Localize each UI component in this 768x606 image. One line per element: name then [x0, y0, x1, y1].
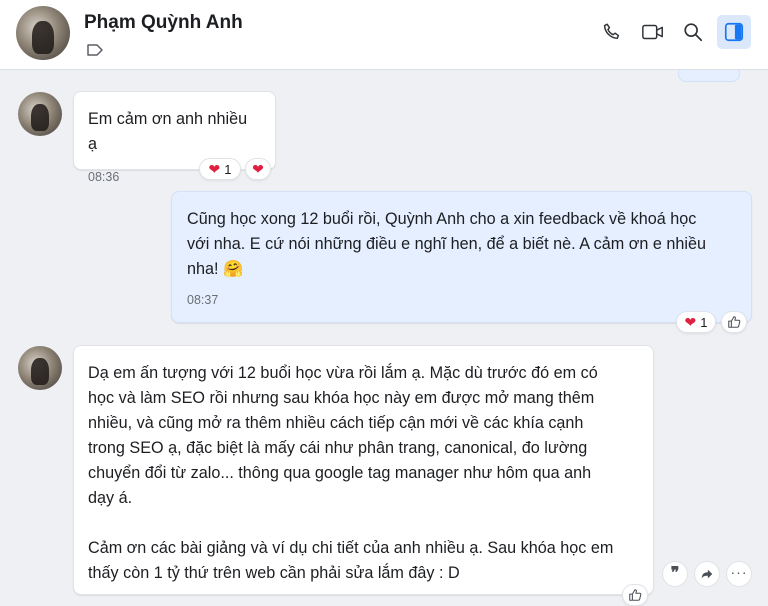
- like-reaction-button[interactable]: [622, 584, 648, 606]
- forward-icon: [701, 569, 713, 579]
- heart-reaction-icon: ❤: [684, 313, 697, 330]
- message-text-line: học và làm SEO rồi nhưng sau khóa học nà…: [88, 389, 595, 407]
- reaction-summary[interactable]: ❤ 1: [676, 311, 716, 333]
- quote-reply-button[interactable]: ❞: [662, 561, 688, 587]
- add-reaction-button[interactable]: ❤: [245, 158, 271, 180]
- reaction-summary[interactable]: ❤ 1: [199, 158, 241, 180]
- like-reaction-button[interactable]: [721, 311, 747, 333]
- heart-icon: ❤: [252, 160, 264, 177]
- message-bubble[interactable]: Cũng học xong 12 buổi rồi, Quỳnh Anh cho…: [171, 191, 752, 323]
- thumbs-up-icon: [629, 589, 642, 601]
- more-dots-icon: ···: [730, 564, 748, 580]
- message-text-line: Dạ em ấn tượng với 12 buổi học vừa rồi l…: [88, 364, 598, 382]
- message-text: Em cảm ơn anh nhiều ạ: [88, 110, 248, 153]
- message-bubble[interactable]: Dạ em ấn tượng với 12 buổi học vừa rồi l…: [73, 345, 654, 595]
- message-text-line: thấy còn 1 tỷ thứ trên web cần phải sửa …: [88, 564, 460, 582]
- sender-avatar[interactable]: [18, 346, 62, 390]
- message-text-line: nha! 🤗: [187, 260, 244, 278]
- message-text-line: Cũng học xong 12 buổi rồi, Quỳnh Anh cho…: [187, 210, 697, 228]
- message-text-line: nhiều, và cũng mở ra thêm nhiều cách tiế…: [88, 414, 584, 432]
- message-text-line: dạy á.: [88, 489, 133, 507]
- conversation-info-panel-toggle-icon[interactable]: [717, 15, 751, 49]
- sender-avatar[interactable]: [18, 92, 62, 136]
- label-tag-icon[interactable]: [86, 43, 104, 62]
- message-text-line: Cảm ơn các bài giảng và ví dụ chi tiết c…: [88, 539, 614, 557]
- previous-message-bubble-edge: [678, 70, 740, 82]
- reaction-count: 1: [700, 314, 708, 330]
- quote-icon: ❞: [670, 565, 680, 582]
- phone-call-icon[interactable]: [598, 18, 626, 46]
- message-text-line: [88, 511, 639, 536]
- message-bubble[interactable]: Em cảm ơn anh nhiều ạ 08:36: [73, 91, 276, 184]
- thumbs-up-icon: [728, 316, 741, 328]
- forward-button[interactable]: [694, 561, 720, 587]
- contact-name[interactable]: Phạm Quỳnh Anh: [84, 12, 243, 34]
- message-text-line: trong SEO ạ, đặc biệt là mấy cái như phâ…: [88, 439, 588, 457]
- message-time: 08:37: [187, 293, 219, 307]
- search-icon[interactable]: [679, 18, 707, 46]
- video-call-icon[interactable]: [639, 18, 667, 46]
- heart-reaction-icon: ❤: [208, 160, 221, 177]
- reaction-count: 1: [224, 161, 232, 177]
- message-text-line: với nha. E cứ nói những điều e nghĩ hen,…: [187, 235, 706, 253]
- more-options-button[interactable]: ···: [726, 561, 752, 587]
- message-text-line: chuyển đổi từ zalo... thông qua google t…: [88, 464, 592, 482]
- contact-avatar[interactable]: [16, 6, 70, 60]
- chat-header: Phạm Quỳnh Anh: [0, 0, 768, 70]
